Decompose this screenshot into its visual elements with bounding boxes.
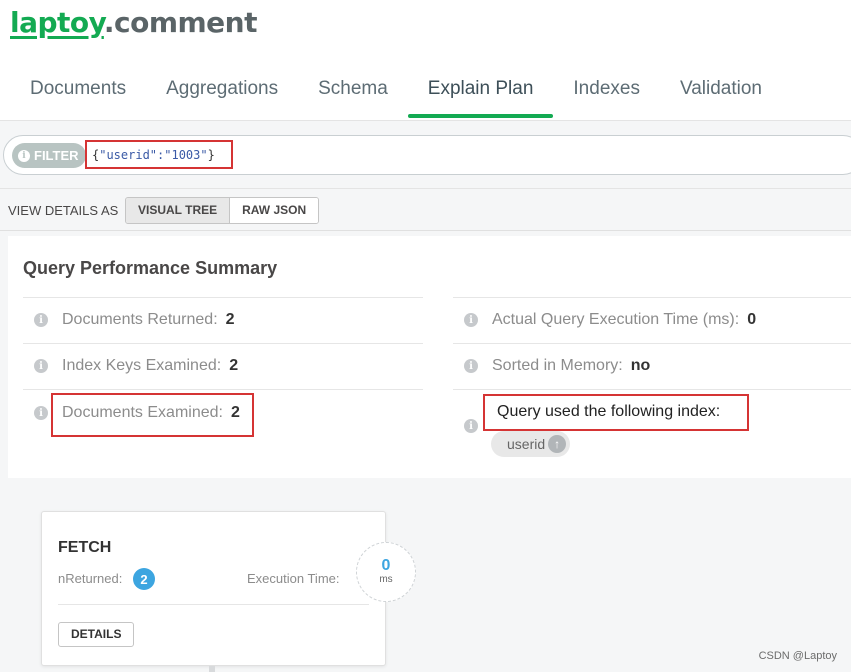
- sorted-value: no: [630, 357, 651, 374]
- docs-returned-value: 2: [225, 311, 235, 328]
- query-body: "userid":"1003": [99, 148, 208, 162]
- view-mode-toggle: VISUAL TREE RAW JSON: [125, 197, 320, 224]
- tab-bar: Documents Aggregations Schema Explain Pl…: [10, 72, 782, 118]
- info-icon[interactable]: i: [464, 359, 478, 373]
- summary-title: Query Performance Summary: [23, 258, 278, 278]
- fetch-stage-card: FETCH nReturned: 2 Execution Time: DETAI…: [41, 511, 386, 666]
- visual-tree-button[interactable]: VISUAL TREE: [126, 198, 231, 223]
- info-icon[interactable]: i: [464, 313, 478, 327]
- highlight-box: [483, 394, 749, 431]
- docs-returned-label: Documents Returned:: [62, 311, 218, 328]
- tab-documents[interactable]: Documents: [10, 72, 146, 118]
- card-divider: [58, 604, 369, 605]
- row-divider: [453, 297, 851, 298]
- collection-name: .comment: [103, 6, 258, 39]
- execution-time-value: 0: [381, 557, 391, 574]
- details-button[interactable]: DETAILS: [58, 622, 135, 647]
- view-details-bar: VIEW DETAILS AS VISUAL TREE RAW JSON: [0, 189, 851, 231]
- exec-time-value: 0: [747, 311, 757, 328]
- info-icon[interactable]: i: [464, 419, 478, 433]
- row-divider: [453, 389, 851, 390]
- info-icon[interactable]: i: [34, 406, 48, 420]
- execution-time-label: Execution Time:: [247, 571, 340, 586]
- nreturned-badge: 2: [133, 568, 155, 590]
- row-divider: [23, 297, 423, 298]
- info-icon[interactable]: i: [34, 359, 48, 373]
- exec-time-label: Actual Query Execution Time (ms):: [492, 311, 740, 328]
- query-close-brace: }: [207, 148, 215, 162]
- highlight-box: [51, 393, 254, 437]
- sorted-label: Sorted in Memory:: [492, 357, 623, 374]
- docs-returned-row: i Documents Returned: 2: [34, 311, 235, 329]
- tab-explain-plan[interactable]: Explain Plan: [407, 72, 554, 118]
- database-name[interactable]: laptoy: [10, 6, 104, 39]
- execution-time-clock: 0 ms: [356, 542, 416, 602]
- tree-connector: [209, 666, 215, 672]
- row-divider: [23, 389, 423, 390]
- tab-schema[interactable]: Schema: [298, 72, 408, 118]
- keys-examined-row: i Index Keys Examined: 2: [34, 357, 238, 375]
- exec-time-row: i Actual Query Execution Time (ms): 0: [464, 311, 756, 329]
- app-header: laptoy.comment Documents Aggregations Sc…: [0, 0, 851, 120]
- view-details-label: VIEW DETAILS AS: [8, 203, 119, 218]
- execution-time-unit: ms: [379, 574, 393, 585]
- info-icon[interactable]: i: [34, 313, 48, 327]
- tab-validation[interactable]: Validation: [660, 72, 782, 118]
- nreturned-label: nReturned:: [58, 571, 123, 586]
- info-icon: i: [18, 149, 30, 162]
- filter-bar: i FILTER {"userid":"1003"}: [0, 121, 851, 189]
- filter-label-pill[interactable]: i FILTER: [12, 143, 86, 168]
- row-divider: [23, 343, 423, 344]
- keys-examined-value: 2: [229, 357, 239, 374]
- stage-name: FETCH: [58, 539, 112, 556]
- sorted-in-memory-row: i Sorted in Memory: no: [464, 357, 650, 375]
- row-divider: [453, 343, 851, 344]
- namespace-title: laptoy.comment: [10, 6, 257, 39]
- arrow-up-icon: ↑: [548, 435, 567, 453]
- watermark: CSDN @Laptoy: [758, 650, 837, 662]
- index-name: userid: [507, 436, 546, 452]
- keys-examined-label: Index Keys Examined:: [62, 357, 222, 374]
- filter-label: FILTER: [34, 148, 79, 163]
- tab-aggregations[interactable]: Aggregations: [146, 72, 298, 118]
- tab-indexes[interactable]: Indexes: [553, 72, 660, 118]
- index-badge[interactable]: userid ↑: [491, 431, 571, 457]
- filter-query-input[interactable]: {"userid":"1003"}: [85, 140, 233, 169]
- query-performance-summary: Query Performance Summary i Documents Re…: [8, 236, 851, 478]
- raw-json-button[interactable]: RAW JSON: [230, 198, 319, 223]
